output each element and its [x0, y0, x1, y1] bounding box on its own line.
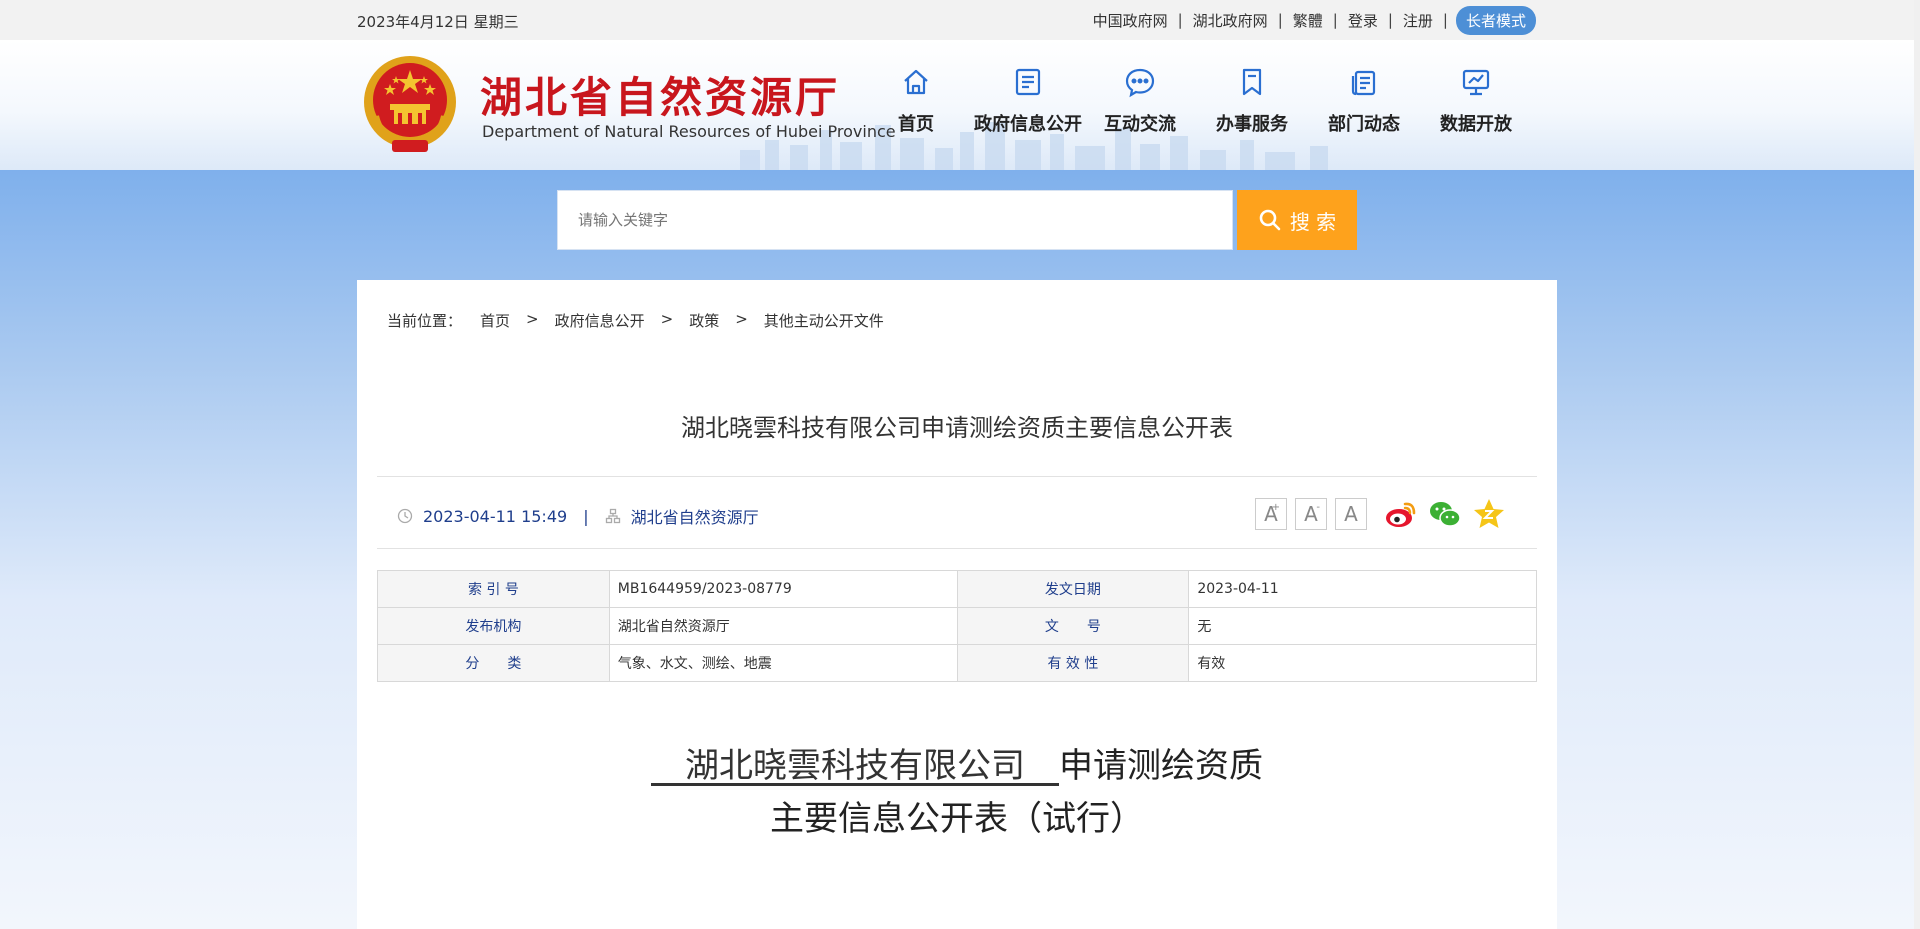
heading-suffix: 申请测绘资质	[1059, 746, 1263, 786]
font-size-reset-button[interactable]: A	[1335, 498, 1367, 530]
table-value: 气象、水文、测绘、地震	[608, 644, 958, 682]
document-heading-line-2: 主要信息公开表（试行）	[770, 799, 1144, 839]
document-heading-line-1: 湖北晓雲科技有限公司 申请测绘资质	[357, 740, 1557, 793]
page-scrollbar[interactable]	[1914, 0, 1920, 929]
table-row: 发布机构 湖北省自然资源厅 文 号 无	[377, 607, 1537, 645]
article-meta: 2023-04-11 15:49 | 湖北省自然资源厅	[397, 504, 759, 528]
nav-label: 部门动态	[1328, 114, 1400, 135]
table-key: 有 效 性	[956, 644, 1190, 682]
nav-label: 政府信息公开	[974, 114, 1082, 135]
site-subtitle: Department of Natural Resources of Hubei…	[482, 122, 896, 141]
info-table: 索 引 号 MB1644959/2023-08779 发文日期 2023-04-…	[377, 570, 1537, 682]
bookmark-icon	[1242, 68, 1262, 96]
table-key: 发布机构	[377, 607, 610, 645]
link-login[interactable]: 登录	[1338, 10, 1388, 31]
table-value: MB1644959/2023-08779	[608, 570, 958, 608]
breadcrumb-separator: >	[735, 310, 748, 328]
favorite-star-icon[interactable]	[1471, 496, 1507, 532]
article-title: 湖北晓雲科技有限公司申请测绘资质主要信息公开表	[681, 414, 1233, 442]
article-tools: A + A- A	[1255, 496, 1507, 532]
link-hubei-gov[interactable]: 湖北政府网	[1183, 10, 1278, 31]
table-key: 索 引 号	[377, 570, 610, 608]
document-heading: 湖北晓雲科技有限公司 申请测绘资质 主要信息公开表（试行）	[357, 740, 1557, 846]
nav-item-dept-news[interactable]: 部门动态	[1308, 66, 1420, 136]
site-title[interactable]: 湖北省自然资源厅	[480, 64, 840, 125]
nav-label: 互动交流	[1104, 114, 1176, 135]
link-traditional-chinese[interactable]: 繁體	[1283, 10, 1333, 31]
table-key: 文 号	[956, 607, 1190, 645]
article-card: 当前位置： 首页 > 政府信息公开 > 政策 > 其他主动公开文件 湖北晓雲科技…	[357, 280, 1557, 929]
breadcrumb-item-gov-info[interactable]: 政府信息公开	[555, 310, 645, 331]
link-register[interactable]: 注册	[1393, 10, 1443, 31]
nav-label: 首页	[898, 114, 934, 135]
site-header: 湖北省自然资源厅 Department of Natural Resources…	[0, 40, 1914, 170]
nav-item-home[interactable]: 首页	[860, 66, 972, 136]
top-utility-bar: 2023年4月12日 星期三 中国政府网 | 湖北政府网 | 繁體 | 登录 |…	[0, 0, 1914, 40]
weibo-icon[interactable]	[1383, 496, 1419, 532]
link-china-gov[interactable]: 中国政府网	[1083, 10, 1178, 31]
top-links: 中国政府网 | 湖北政府网 | 繁體 | 登录 | 注册 | 长者模式	[1083, 5, 1536, 35]
wechat-icon[interactable]	[1427, 496, 1463, 532]
font-size-increase-button[interactable]: A +	[1255, 498, 1287, 530]
breadcrumb-item-policy[interactable]: 政策	[689, 310, 719, 331]
nav-label: 办事服务	[1216, 114, 1288, 135]
table-value: 无	[1188, 607, 1537, 645]
clock-icon	[397, 508, 413, 524]
search-button[interactable]: 搜 索	[1237, 190, 1357, 250]
nav-item-interaction[interactable]: 互动交流	[1084, 66, 1196, 136]
breadcrumb-item-home[interactable]: 首页	[480, 310, 510, 331]
current-date: 2023年4月12日 星期三	[357, 13, 519, 31]
table-row: 分 类 气象、水文、测绘、地震 有 效 性 有效	[377, 644, 1537, 682]
font-size-label: A	[1344, 502, 1358, 526]
nav-item-open-data[interactable]: 数据开放	[1420, 66, 1532, 136]
table-key: 发文日期	[956, 570, 1190, 608]
home-icon	[904, 69, 928, 95]
nav-item-gov-info[interactable]: 政府信息公开	[972, 66, 1084, 136]
breadcrumb-separator: >	[660, 310, 674, 328]
nav-item-services[interactable]: 办事服务	[1196, 66, 1308, 136]
meta-separator: |	[583, 506, 589, 526]
chat-icon	[1125, 68, 1155, 98]
divider	[377, 476, 1537, 477]
breadcrumb-prefix: 当前位置：	[387, 312, 463, 330]
search-button-label: 搜 索	[1289, 209, 1337, 234]
data-screen-icon	[1462, 69, 1490, 96]
publish-source: 湖北省自然资源厅	[630, 508, 759, 527]
table-key: 分 类	[377, 644, 610, 682]
nav-label: 数据开放	[1440, 114, 1512, 135]
breadcrumb: 当前位置： 首页 > 政府信息公开 > 政策 > 其他主动公开文件	[387, 310, 884, 331]
company-name: 湖北晓雲科技有限公司	[651, 746, 1059, 786]
table-row: 索 引 号 MB1644959/2023-08779 发文日期 2023-04-…	[377, 570, 1537, 608]
publish-datetime: 2023-04-11 15:49	[423, 506, 568, 526]
font-size-decrease-button[interactable]: A-	[1295, 498, 1327, 530]
breadcrumb-item-other-files[interactable]: 其他主动公开文件	[764, 310, 884, 331]
divider	[377, 548, 1537, 549]
table-value: 有效	[1188, 644, 1537, 682]
page-background: 2023年4月12日 星期三 中国政府网 | 湖北政府网 | 繁體 | 登录 |…	[0, 0, 1914, 929]
news-icon	[1351, 70, 1376, 96]
document-icon	[1015, 68, 1041, 96]
table-value: 2023-04-11	[1188, 570, 1537, 608]
org-structure-icon	[605, 508, 620, 524]
table-value: 湖北省自然资源厅	[608, 607, 958, 645]
search-icon	[1259, 209, 1281, 231]
search-input[interactable]	[557, 190, 1233, 250]
breadcrumb-separator: >	[526, 310, 539, 328]
elder-mode-button[interactable]: 长者模式	[1455, 5, 1536, 35]
main-nav: 首页 政府信息公开 互动交流 办事服务 部门动态 数据开放	[860, 66, 1532, 136]
national-emblem-logo	[364, 56, 456, 152]
separator: |	[1442, 11, 1448, 29]
